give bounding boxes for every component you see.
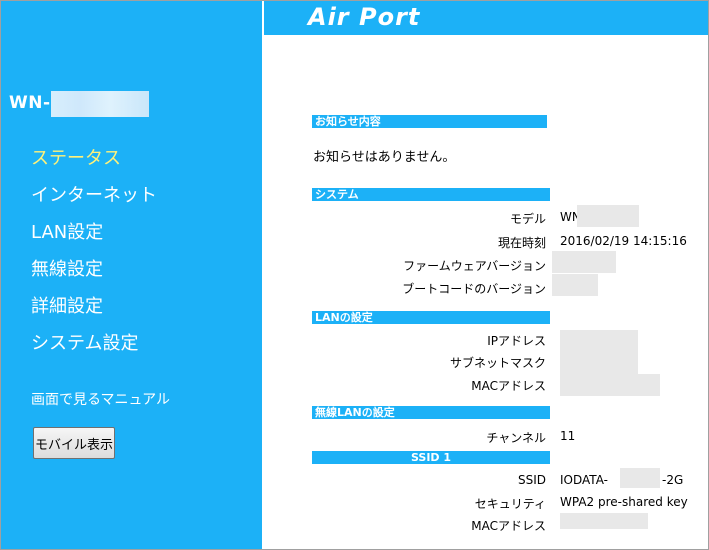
nav-item-lan-settings[interactable]: LAN設定 xyxy=(31,221,157,258)
nav-item-internet[interactable]: インターネット xyxy=(31,184,157,221)
model-label: モデル xyxy=(509,212,546,226)
ssid1-header: SSID 1 xyxy=(312,451,550,464)
lan-mac-address-label: MACアドレス xyxy=(471,379,546,393)
ip-address-redacted xyxy=(560,330,638,352)
subnet-mask-label: サブネットマスク xyxy=(449,356,546,370)
nav-item-system-settings[interactable]: システム設定 xyxy=(31,332,157,369)
ssid-value-redacted xyxy=(620,468,660,488)
model-name-redacted xyxy=(51,91,149,117)
security-label: セキュリティ xyxy=(474,497,546,511)
header-bar: Air Port xyxy=(264,1,708,35)
mobile-view-button[interactable]: モバイル表示 xyxy=(33,427,115,459)
sidebar-nav: ステータス インターネット LAN設定 無線設定 詳細設定 システム設定 xyxy=(31,147,157,369)
current-time-value: 2016/02/19 14:15:16 xyxy=(560,234,687,248)
firmware-version-label: ファームウェアバージョン xyxy=(403,259,546,273)
boot-code-version-redacted xyxy=(552,274,598,296)
nav-item-status[interactable]: ステータス xyxy=(31,147,157,184)
model-name: WN- xyxy=(9,93,51,113)
sidebar: WN- ステータス インターネット LAN設定 無線設定 詳細設定 システム設定… xyxy=(1,1,262,549)
wireless-mac-address-redacted xyxy=(560,513,648,529)
section-notice-header: お知らせ内容 xyxy=(312,115,547,128)
firmware-version-redacted xyxy=(552,251,616,273)
ip-address-label: IPアドレス xyxy=(487,334,546,348)
manual-link[interactable]: 画面で見るマニュアル xyxy=(31,389,170,409)
model-value-redacted xyxy=(577,205,639,227)
ssid-value-prefix: IODATA- xyxy=(560,473,608,487)
section-system-header: システム xyxy=(312,188,550,201)
nav-item-advanced-settings[interactable]: 詳細設定 xyxy=(31,295,157,332)
section-lan-header: LANの設定 xyxy=(312,311,550,324)
boot-code-version-label: ブートコードのバージョン xyxy=(402,282,546,296)
airport-logo: Air Port xyxy=(308,3,421,31)
lan-mac-address-redacted xyxy=(560,374,660,396)
ssid-value-suffix: -2G xyxy=(662,473,684,487)
subnet-mask-redacted xyxy=(560,352,638,374)
current-time-label: 現在時刻 xyxy=(497,236,546,250)
channel-value: 11 xyxy=(560,429,576,443)
notice-text: お知らせはありません。 xyxy=(313,150,456,165)
nav-item-wireless-settings[interactable]: 無線設定 xyxy=(31,258,157,295)
section-wireless-header: 無線LANの設定 xyxy=(312,406,550,419)
channel-label: チャンネル xyxy=(486,431,546,445)
ssid-label: SSID xyxy=(517,473,546,487)
wireless-mac-address-label: MACアドレス xyxy=(471,519,546,533)
security-value: WPA2 pre-shared key xyxy=(560,495,688,509)
